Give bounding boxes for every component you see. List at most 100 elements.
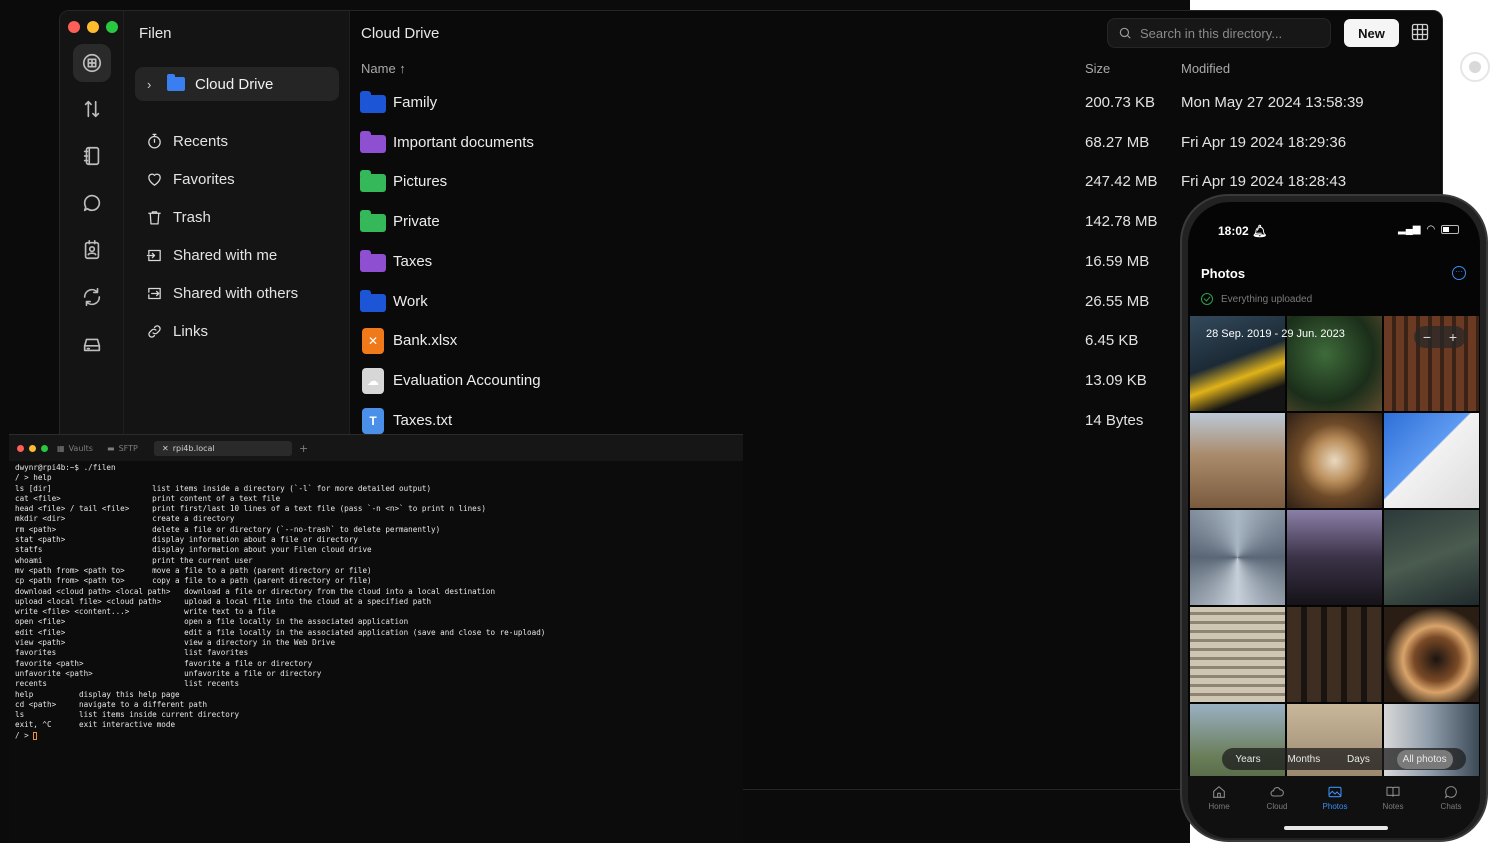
phone-mockup: 18:02 🔔︎ ▂▄▆ ◠ Photos ··· Everything upl… xyxy=(1180,194,1488,842)
zoom-in-button[interactable]: + xyxy=(1449,329,1457,345)
terminal-line: exit, ^C exit interactive mode xyxy=(15,720,176,730)
vault-icon: ▦ xyxy=(57,444,65,453)
terminal-line: recents list recents xyxy=(15,679,240,689)
tab-chats[interactable]: Chats xyxy=(1426,784,1476,811)
search-box[interactable] xyxy=(1107,18,1331,48)
segment-days[interactable]: Days xyxy=(1347,754,1370,765)
minimize-window-button[interactable] xyxy=(87,21,99,33)
file-size: 14 Bytes xyxy=(1085,411,1144,429)
terminal-line: head <file> / tail <file> print first/la… xyxy=(15,504,486,514)
new-tab-button[interactable]: + xyxy=(299,441,308,456)
terminal-line: open <file> open a file locally in the a… xyxy=(15,617,409,627)
hard-drive-icon xyxy=(83,338,101,352)
terminal-line: view <path> view a directory in the Web … xyxy=(15,638,336,648)
close-terminal-button[interactable] xyxy=(17,445,24,452)
rail-notes-button[interactable] xyxy=(76,140,108,172)
photo-thumbnail[interactable] xyxy=(1384,607,1479,702)
sidebar-item-recents[interactable]: Recents xyxy=(146,133,228,150)
date-range-label: 28 Sep. 2019 - 29 Jun. 2023 xyxy=(1206,328,1345,340)
upload-status-text: Everything uploaded xyxy=(1221,293,1313,305)
column-header-size[interactable]: Size xyxy=(1085,61,1110,76)
filen-logo-icon xyxy=(82,53,102,73)
photo-thumbnail[interactable] xyxy=(1190,413,1285,508)
file-row[interactable]: Important documents 68.27 MB Fri Apr 19 20… xyxy=(360,124,1420,162)
sidebar-item-cloud-drive[interactable]: › Cloud Drive xyxy=(135,67,339,101)
file-name: Bank.xlsx xyxy=(393,332,458,350)
home-icon xyxy=(1213,785,1225,798)
photo-thumbnail[interactable] xyxy=(1384,413,1479,508)
rail-chats-button[interactable] xyxy=(76,187,108,219)
tab-photos[interactable]: Photos xyxy=(1310,784,1360,811)
terminal-line: write <file> <content...> write text to … xyxy=(15,607,276,617)
close-tab-icon[interactable]: ✕ xyxy=(162,444,169,453)
photo-thumbnail[interactable] xyxy=(1384,510,1479,605)
file-size: 6.45 KB xyxy=(1085,332,1139,350)
rail-sync-button[interactable] xyxy=(76,281,108,313)
battery-icon xyxy=(1441,225,1460,234)
contacts-icon xyxy=(84,240,100,260)
file-modified: Fri Apr 19 2024 18:29:36 xyxy=(1181,133,1347,151)
photo-thumbnail[interactable] xyxy=(1190,510,1285,605)
maximize-window-button[interactable] xyxy=(106,21,118,33)
sidebar-item-trash[interactable]: Trash xyxy=(146,209,211,226)
share-out-icon xyxy=(148,287,161,300)
rail-drive-button[interactable] xyxy=(73,44,111,82)
photo-thumbnail[interactable] xyxy=(1190,607,1285,702)
terminal-line: cat <file> print content of a text file xyxy=(15,493,281,503)
sidebar-item-label: Favorites xyxy=(173,171,235,188)
terminal-line: help display this help page xyxy=(15,689,180,699)
terminal-tab-rpi4b[interactable]: ✕ rpi4b.local xyxy=(154,441,292,456)
segment-years[interactable]: Years xyxy=(1235,754,1260,765)
status-time: 18:02 🔔︎ xyxy=(1218,224,1267,238)
signal-icon: ▂▄▆ xyxy=(1398,224,1421,235)
photo-thumbnail[interactable] xyxy=(1287,607,1382,702)
terminal-tab-vaults[interactable]: ▦ Vaults xyxy=(57,441,93,456)
cloud-icon xyxy=(1270,787,1284,797)
close-window-button[interactable] xyxy=(68,21,80,33)
segment-all-photos[interactable]: All photos xyxy=(1396,749,1453,769)
more-options-icon[interactable]: ··· xyxy=(1452,266,1466,280)
file-row[interactable]: Family 200.73 KB Mon May 27 2024 13:58:39 xyxy=(360,84,1420,122)
terminal-tab-sftp[interactable]: ▬ SFTP xyxy=(107,441,138,456)
home-indicator xyxy=(1284,826,1388,830)
wifi-icon: ◠ xyxy=(1426,224,1436,235)
sync-icon xyxy=(83,287,101,307)
rail-contacts-button[interactable] xyxy=(76,234,108,266)
maximize-terminal-button[interactable] xyxy=(41,445,48,452)
zoom-out-button[interactable]: − xyxy=(1423,329,1431,345)
tab-home[interactable]: Home xyxy=(1194,784,1244,811)
file-size: 13.09 KB xyxy=(1085,371,1147,389)
tab-label: Chats xyxy=(1440,802,1462,811)
search-input[interactable] xyxy=(1140,25,1310,41)
minimize-terminal-button[interactable] xyxy=(29,445,36,452)
tab-cloud[interactable]: Cloud xyxy=(1252,784,1302,811)
terminal-output[interactable]: dwynr@rpi4b:~$ ./filen / > help ls [dir] l… xyxy=(15,463,737,741)
terminal-line: / > xyxy=(15,731,737,741)
zoom-control: − + xyxy=(1414,326,1466,348)
terminal-line: whoami print the current user xyxy=(15,555,253,565)
chevron-right-icon[interactable]: › xyxy=(147,77,157,92)
photo-thumbnail[interactable] xyxy=(1287,413,1382,508)
sidebar-item-favorites[interactable]: Favorites xyxy=(146,171,235,188)
column-header-modified[interactable]: Modified xyxy=(1181,61,1230,76)
grid-view-button[interactable] xyxy=(1410,22,1432,44)
sidebar-item-shared-with-others[interactable]: Shared with others xyxy=(146,285,298,302)
sidebar-item-links[interactable]: Links xyxy=(146,323,208,340)
new-button[interactable]: New xyxy=(1344,19,1399,47)
terminal-line: ls [dir] list items inside a directory (… xyxy=(15,483,432,493)
file-name: Private xyxy=(393,213,440,231)
segment-months[interactable]: Months xyxy=(1287,754,1320,765)
sidebar-item-label: Trash xyxy=(173,209,211,226)
rail-disk-button[interactable] xyxy=(76,328,108,360)
folder-icon: ▬ xyxy=(107,444,115,453)
transfer-arrows-icon xyxy=(84,100,100,118)
column-header-name[interactable]: Name ↑ xyxy=(361,61,406,76)
upload-status: Everything uploaded xyxy=(1201,293,1312,305)
sidebar-item-shared-with-me[interactable]: Shared with me xyxy=(146,247,277,264)
file-name: Evaluation Accounting xyxy=(393,371,541,389)
photo-thumbnail[interactable] xyxy=(1287,510,1382,605)
folder-icon xyxy=(360,249,386,272)
tab-notes[interactable]: Notes xyxy=(1368,784,1418,811)
rail-transfers-button[interactable] xyxy=(76,93,108,125)
share-in-icon xyxy=(146,249,161,262)
